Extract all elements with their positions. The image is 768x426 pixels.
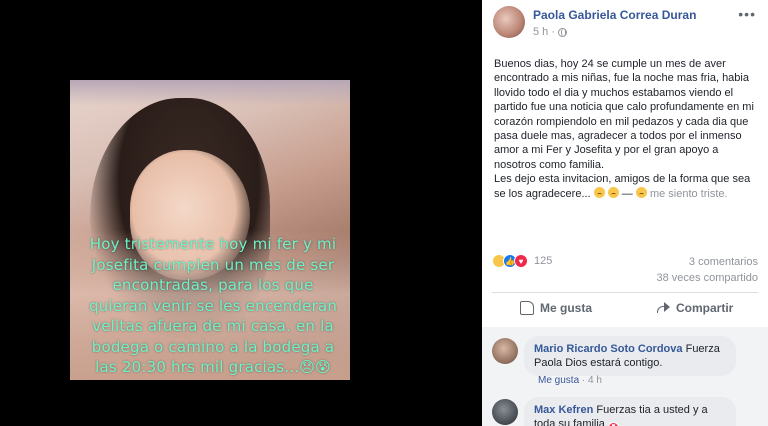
post-meta: 5 h · bbox=[533, 26, 567, 38]
commenter-name[interactable]: Max Kefren bbox=[534, 404, 593, 416]
love-reaction-icon: ♥ bbox=[514, 254, 528, 268]
commenter-avatar[interactable] bbox=[492, 399, 518, 425]
comment-like-link[interactable]: Me gusta bbox=[538, 375, 579, 386]
shares-count[interactable]: 38 veces compartido bbox=[657, 272, 759, 284]
comment-bubble: Mario Ricardo Soto Cordova Fuerza Paola … bbox=[524, 336, 736, 376]
globe-icon[interactable] bbox=[557, 27, 567, 37]
author-avatar[interactable] bbox=[493, 6, 525, 38]
commenter-name[interactable]: Mario Ricardo Soto Cordova bbox=[534, 343, 683, 355]
share-button-label: Compartir bbox=[676, 301, 734, 315]
feeling-text[interactable]: me siento triste. bbox=[650, 188, 728, 200]
photo-viewer: Hoy tristemente hoy mi fer y mi Josefita… bbox=[0, 0, 482, 426]
divider bbox=[492, 292, 758, 293]
comment-actions: Me gusta · 4 h bbox=[538, 375, 602, 386]
like-button-label: Me gusta bbox=[540, 301, 593, 315]
feeling-separator: — bbox=[618, 187, 636, 200]
post-time[interactable]: 5 h bbox=[533, 26, 548, 38]
red-heart-emoji-icon: ♥ bbox=[608, 421, 619, 426]
comment-time[interactable]: 4 h bbox=[588, 375, 602, 386]
feeling-sad-emoji-icon bbox=[635, 186, 647, 198]
comment-bubble: Max Kefren Fuerzas tia a usted y a toda … bbox=[524, 397, 736, 426]
photo-overlay-text: Hoy tristemente hoy mi fer y mi Josefita… bbox=[88, 235, 338, 376]
post-panel: Paola Gabriela Correa Duran 5 h · ••• Bu… bbox=[482, 0, 768, 426]
like-button[interactable]: Me gusta bbox=[520, 301, 592, 315]
author-name[interactable]: Paola Gabriela Correa Duran bbox=[533, 8, 696, 22]
commenter-avatar[interactable] bbox=[492, 338, 518, 364]
reactions-summary[interactable]: 👍 ♥ 125 bbox=[492, 254, 552, 268]
thumbs-up-icon bbox=[520, 301, 534, 315]
share-button[interactable]: Compartir bbox=[656, 301, 733, 315]
reactions-count: 125 bbox=[534, 255, 553, 267]
share-arrow-icon bbox=[656, 302, 670, 314]
more-options-icon[interactable]: ••• bbox=[738, 6, 756, 22]
sad-emoji-icon bbox=[607, 186, 619, 198]
disappointed-emoji-icon bbox=[593, 186, 605, 198]
post-body-text: Buenos dias, hoy 24 se cumple un mes de … bbox=[494, 58, 754, 171]
comments-area: Mario Ricardo Soto Cordova Fuerza Paola … bbox=[482, 327, 768, 426]
comments-count[interactable]: 3 comentarios bbox=[689, 256, 758, 268]
post-body: Buenos dias, hoy 24 se cumple un mes de … bbox=[494, 57, 762, 201]
